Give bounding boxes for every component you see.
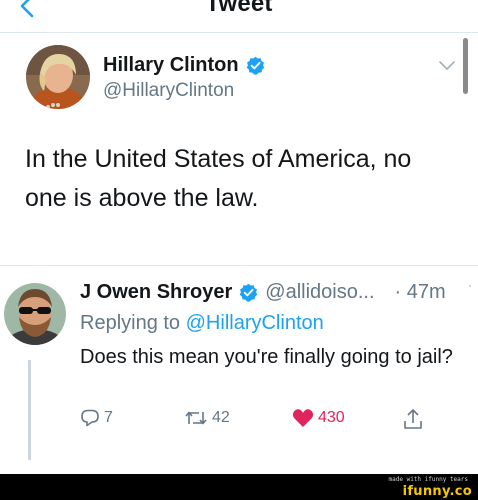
reply-header: J Owen Shroyer @allidoiso... · 47m — [80, 281, 446, 304]
tweet-author-name[interactable]: Hillary Clinton — [103, 54, 265, 77]
reply-avatar-image — [4, 283, 66, 345]
watermark-bar: made with ifunny tears ifunny.co — [0, 474, 478, 500]
like-button[interactable]: 430 — [292, 408, 345, 428]
tweet-author-name-text: Hillary Clinton — [103, 54, 239, 76]
replying-to-label: Replying to — [80, 312, 181, 334]
avatar-image — [26, 45, 90, 109]
action-bar: 7 42 430 — [80, 408, 460, 436]
scrollbar[interactable] — [463, 38, 468, 94]
retweet-count: 42 — [212, 409, 230, 426]
reply-count: 7 — [104, 409, 113, 426]
replying-to: Replying to @HillaryClinton — [80, 312, 324, 335]
reply-avatar[interactable] — [4, 283, 66, 345]
tweet-text: In the United States of America, no one … — [25, 145, 412, 212]
top-nav-bar: Tweet — [0, 0, 478, 33]
share-button[interactable] — [403, 408, 423, 430]
reply-text: Does this mean you're finally going to j… — [80, 346, 453, 368]
replying-to-mention-link[interactable]: @HillaryClinton — [186, 312, 324, 334]
watermark-logo: ifunny.co — [402, 484, 472, 499]
reply-author-handle[interactable]: @allidoiso... — [265, 281, 374, 304]
like-count: 430 — [318, 409, 345, 426]
retweet-button[interactable]: 42 — [184, 408, 230, 428]
watermark-caption: made with ifunny tears — [388, 476, 468, 483]
page-title: Tweet — [205, 0, 273, 17]
reply-timestamp: · 47m — [394, 281, 446, 303]
chevron-down-icon[interactable] — [438, 60, 456, 72]
caret-icon[interactable]: ˋ — [468, 283, 472, 297]
reply-icon — [81, 409, 99, 427]
avatar[interactable] — [26, 45, 90, 109]
thread-line — [28, 360, 31, 460]
heart-icon — [292, 409, 314, 427]
retweet-icon — [185, 411, 207, 425]
share-icon — [404, 409, 422, 429]
reply-button[interactable]: 7 — [80, 408, 113, 428]
verified-badge-icon — [240, 283, 258, 302]
divider — [0, 265, 478, 266]
reply-author-name[interactable]: J Owen Shroyer — [80, 281, 232, 304]
verified-badge-icon — [246, 56, 264, 75]
tweet-author-handle[interactable]: @HillaryClinton — [103, 80, 234, 102]
